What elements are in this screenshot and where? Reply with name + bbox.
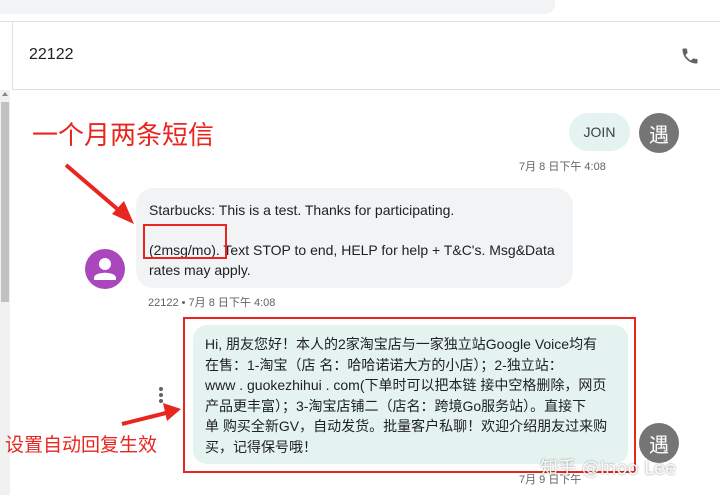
arrow-line <box>121 411 167 426</box>
annotation-monthly: 一个月两条短信 <box>32 121 215 151</box>
more-vert-icon[interactable] <box>157 387 165 405</box>
arrow-line <box>64 163 124 215</box>
conversation-header: 22122 <box>12 22 720 90</box>
person-avatar-icon[interactable] <box>85 249 125 289</box>
message-meta: 22122 • 7月 8 日下午 4:08 <box>148 297 276 309</box>
arrow-head <box>163 403 181 421</box>
scrollbar-thumb[interactable] <box>1 102 9 302</box>
contact-title: 22122 <box>29 46 74 63</box>
search-bar[interactable] <box>0 0 555 14</box>
message-line: Starbucks: This is a test. Thanks for pa… <box>149 202 455 218</box>
phone-icon[interactable] <box>680 46 700 66</box>
message-line: rates may apply. <box>149 262 251 278</box>
avatar: 遇 <box>639 113 679 153</box>
top-strip <box>0 0 720 22</box>
arrow-head <box>112 201 134 224</box>
outgoing-message-join[interactable]: JOIN <box>569 113 630 151</box>
highlight-box-2msg <box>143 224 227 259</box>
message-timestamp: 7月 8 日下午 4:08 <box>519 161 606 173</box>
message-text: . Text STOP to end, HELP for help + T&C'… <box>215 242 555 258</box>
annotation-auto-reply: 设置自动回复生效 <box>5 434 158 456</box>
watermark: 知乎 @Inoo Lee <box>540 458 677 479</box>
scroll-up-icon[interactable] <box>2 92 8 96</box>
highlight-box-auto-reply <box>183 317 636 473</box>
